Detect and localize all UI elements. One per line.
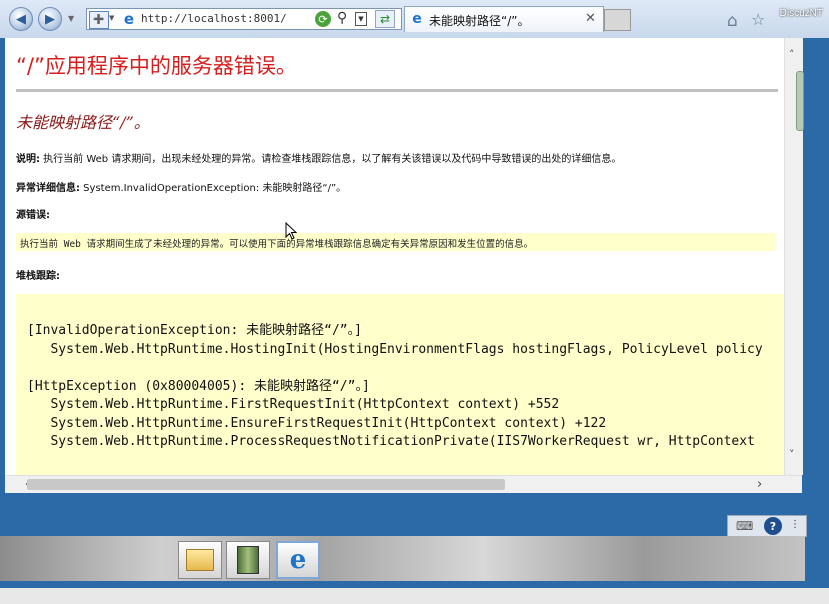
new-tab-button[interactable] (604, 9, 631, 31)
description-text: 执行当前 Web 请求期间，出现未经处理的异常。请检查堆栈跟踪信息，以了解有关该… (40, 154, 622, 165)
exception-label: 异常详细信息: (16, 183, 80, 194)
mouse-cursor-icon (285, 222, 297, 240)
internet-explorer-icon: e (289, 545, 307, 575)
close-tab-icon[interactable]: ✕ (585, 11, 596, 26)
history-dropdown-icon[interactable]: ▼ (68, 14, 74, 23)
explorer-taskbar-button[interactable] (178, 541, 222, 579)
folder-icon (186, 549, 214, 571)
exception-text: System.InvalidOperationException: 未能映射路径… (80, 183, 347, 194)
divider (16, 89, 778, 92)
home-icon[interactable]: ⌂ (727, 11, 738, 31)
description-line: 说明: 执行当前 Web 请求期间，出现未经处理的异常。请检查堆栈跟踪信息，以了… (16, 150, 621, 165)
scroll-up-icon[interactable]: ˄ (789, 48, 795, 61)
server-icon (237, 546, 259, 574)
ie-taskbar-button[interactable]: e (276, 541, 320, 579)
horizontal-scrollbar[interactable]: ‹ › (5, 475, 802, 494)
address-bar[interactable]: ➕ ▼ e http://localhost:8001/ ⟳ ⚲ ▼ ⇄ (86, 8, 402, 30)
source-error-label: 源错误: (16, 210, 50, 221)
star-icon[interactable]: ☆ (751, 10, 765, 29)
stack-trace-line: 堆栈跟踪: (16, 267, 60, 282)
forward-arrow-icon: ▶ (45, 11, 55, 27)
tab-title: 未能映射路径“/”。 (429, 14, 530, 28)
taskbar-strip (0, 536, 805, 581)
source-error-text: 执行当前 Web 请求期间生成了未经处理的异常。可以使用下面的异常堆栈跟踪信息确… (20, 239, 534, 250)
refresh-icon[interactable]: ⟳ (315, 11, 331, 27)
scroll-right-icon[interactable]: › (757, 477, 762, 492)
forward-button[interactable]: ▶ (38, 7, 62, 31)
bottom-edge (0, 588, 829, 604)
back-button[interactable]: ◀ (9, 7, 33, 31)
description-label: 说明: (16, 154, 40, 165)
refresh-page-icon[interactable]: ⇄ (375, 10, 395, 28)
brand-label: DiscuzNT (779, 8, 823, 19)
url-text[interactable]: http://localhost:8001/ (141, 12, 287, 25)
ie-tab-icon: e (412, 11, 422, 27)
stack-trace-box: [InvalidOperationException: 未能映射路径“/”。] … (16, 294, 784, 475)
search-icon[interactable]: ⚲ (337, 10, 347, 26)
compat-view-icon[interactable]: ➕ (89, 11, 109, 29)
help-icon[interactable]: ? (764, 517, 782, 535)
error-subheading: 未能映射路径“/”。 (16, 113, 150, 132)
stack-trace-label: 堆栈跟踪: (16, 271, 60, 282)
back-arrow-icon: ◀ (16, 11, 26, 27)
horizontal-scroll-thumb[interactable] (27, 479, 505, 490)
status-tray: ⌨ ? ⋮ (727, 515, 807, 537)
chevron-down-icon[interactable]: ▼ (109, 14, 114, 22)
page-viewport: “/”应用程序中的服务器错误。 未能映射路径“/”。 说明: 执行当前 Web … (5, 38, 784, 475)
error-heading: “/”应用程序中的服务器错误。 (16, 54, 297, 78)
more-icon[interactable]: ⋮ (790, 519, 800, 530)
vertical-scrollbar[interactable]: ˄ ˅ (784, 38, 804, 475)
window-frame-right (802, 38, 829, 493)
server-manager-taskbar-button[interactable] (226, 541, 270, 579)
vertical-scroll-thumb[interactable] (796, 71, 804, 131)
search-dropdown-icon[interactable]: ▼ (355, 12, 367, 26)
source-error-box: 执行当前 Web 请求期间生成了未经处理的异常。可以使用下面的异常堆栈跟踪信息确… (16, 233, 776, 251)
browser-toolbar: ◀ ▶ ▼ ➕ ▼ e http://localhost:8001/ ⟳ ⚲ ▼… (0, 0, 829, 39)
stack-trace-text: [InvalidOperationException: 未能映射路径“/”。] … (27, 323, 763, 449)
source-error-line: 源错误: (16, 206, 50, 221)
ie-page-icon: e (123, 10, 135, 28)
keyboard-icon[interactable]: ⌨ (736, 519, 753, 533)
tab-active[interactable]: e 未能映射路径“/”。 ✕ (404, 6, 604, 32)
scroll-down-icon[interactable]: ˅ (789, 448, 795, 461)
exception-line: 异常详细信息: System.InvalidOperationException… (16, 179, 346, 194)
